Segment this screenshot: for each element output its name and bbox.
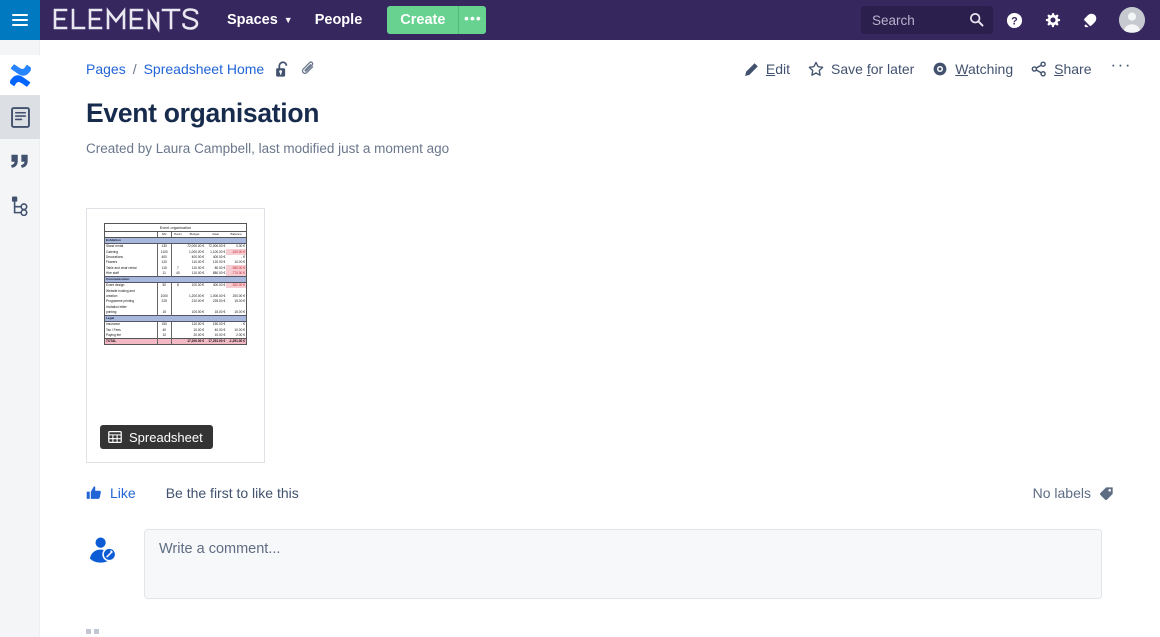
title-block: Event organisation Created by Laura Camp… — [40, 81, 1160, 156]
main-content: Pages / Spreadsheet Home Edit Save for l… — [40, 40, 1160, 637]
edit-button-label: Edit — [765, 61, 790, 77]
spreadsheet-preview-title: Event organisation — [105, 224, 246, 232]
watching-button[interactable]: Watching — [923, 57, 1022, 81]
page-attachments-button[interactable] — [301, 60, 316, 78]
save-for-later-label: Save for later — [831, 61, 915, 77]
thumbs-up-icon — [86, 485, 102, 501]
attachment-type-label: Spreadsheet — [129, 429, 203, 445]
comment-avatar — [86, 531, 118, 563]
page-icon — [10, 106, 30, 128]
spreadsheet-cell — [171, 337, 184, 345]
left-rail — [0, 40, 40, 637]
settings-button[interactable] — [1035, 3, 1069, 37]
confluence-logo-icon — [9, 63, 31, 87]
user-avatar-button[interactable] — [1119, 7, 1145, 33]
share-button[interactable]: Share — [1022, 57, 1100, 81]
app-switcher-button[interactable] — [0, 0, 40, 40]
tag-icon — [1099, 486, 1114, 501]
help-button[interactable]: ? — [997, 3, 1031, 37]
edit-button[interactable]: Edit — [735, 57, 799, 81]
like-button[interactable]: Like — [86, 485, 136, 501]
help-icon: ? — [1006, 12, 1022, 28]
like-button-label: Like — [110, 485, 136, 501]
hamburger-icon — [12, 11, 28, 29]
top-navigation-bar: Spaces ▼ People Create ••• ? — [0, 0, 1160, 40]
spreadsheet-preview-table: Nbr Hours Budget Real Balance Exhibition Stand… — [105, 231, 246, 345]
share-icon — [1031, 61, 1047, 77]
svg-text:?: ? — [1011, 15, 1018, 27]
eye-icon — [932, 61, 948, 77]
create-button[interactable]: Create — [387, 6, 459, 34]
spreadsheet-cell: -1,291.00 € — [226, 337, 246, 345]
labels-label: No labels — [1032, 485, 1091, 501]
quote-icon — [11, 154, 28, 168]
scroll-dot — [94, 629, 99, 634]
breadcrumb-separator: / — [132, 61, 137, 77]
pencil-icon — [744, 62, 759, 77]
share-label: Share — [1054, 61, 1092, 77]
scroll-dot — [86, 629, 91, 634]
elements-wordmark-icon — [53, 7, 199, 33]
star-icon — [808, 61, 824, 77]
spreadsheet-cell: 17,291.00 € — [205, 337, 227, 345]
breadcrumb-pages[interactable]: Pages — [86, 61, 126, 77]
gear-icon — [1045, 12, 1060, 27]
labels-area[interactable]: No labels — [1033, 485, 1114, 501]
user-edit-avatar-icon — [86, 531, 118, 563]
search-input[interactable] — [861, 7, 961, 33]
attachment-type-badge: Spreadsheet — [100, 425, 213, 449]
chevron-down-icon: ▼ — [283, 15, 293, 25]
nav-people[interactable]: People — [304, 0, 374, 40]
page-more-actions-button[interactable]: ··· — [1101, 56, 1140, 78]
attachment-area: Event organisation Nbr Hours Budget Real Bal… — [40, 156, 1160, 463]
create-more-button[interactable]: ••• — [458, 6, 487, 34]
like-and-labels-row: Like Be the first to like this No labels — [40, 463, 1160, 501]
scroll-indicator — [86, 629, 99, 634]
spreadsheet-cell — [157, 337, 172, 345]
page-actions: Edit Save for later Watching Share ··· — [735, 56, 1140, 81]
watching-label: Watching — [955, 61, 1014, 77]
user-avatar-icon — [1119, 7, 1145, 33]
sidebar-item-page[interactable] — [0, 95, 40, 139]
breadcrumb: Pages / Spreadsheet Home — [86, 60, 316, 78]
spreadsheet-preview: Event organisation Nbr Hours Budget Real Bal… — [104, 223, 247, 346]
elements-logo[interactable] — [53, 0, 201, 40]
spreadsheet-cell: 17,200.00 € — [183, 337, 206, 345]
spreadsheet-cell: TOTAL — [105, 337, 158, 345]
unlock-icon — [276, 60, 288, 77]
spreadsheet-cell: 72,000.00 € — [208, 244, 226, 249]
page-metadata: Created by Laura Campbell, last modified… — [86, 141, 450, 156]
search-box[interactable] — [861, 6, 993, 34]
paperclip-icon — [302, 60, 314, 74]
table-icon — [108, 430, 122, 444]
page-restrictions-button[interactable] — [275, 60, 290, 78]
page-header-row: Pages / Spreadsheet Home Edit Save for l… — [40, 40, 1160, 81]
notifications-button[interactable] — [1073, 3, 1107, 37]
bell-icon — [1083, 13, 1096, 27]
confluence-logo-button[interactable] — [0, 55, 40, 95]
sidebar-item-page-tree[interactable] — [0, 183, 40, 227]
breadcrumb-spreadsheet-home[interactable]: Spreadsheet Home — [144, 61, 265, 77]
page-title: Event organisation — [86, 98, 320, 128]
save-for-later-button[interactable]: Save for later — [799, 57, 923, 81]
spreadsheet-preview-body: Nbr Hours Budget Real Balance Exhibition Stand… — [105, 231, 246, 345]
top-nav-right-group: ? — [861, 3, 1160, 37]
attachment-thumbnail-card[interactable]: Event organisation Nbr Hours Budget Real Bal… — [86, 208, 265, 463]
create-button-group: Create ••• — [387, 0, 487, 40]
nav-spaces-label: Spaces — [227, 12, 278, 28]
nav-spaces[interactable]: Spaces ▼ — [216, 0, 304, 40]
search-icon — [969, 12, 984, 32]
nav-people-label: People — [314, 12, 363, 28]
spreadsheet-cell: 72,000.00 € — [187, 244, 205, 249]
like-status-text: Be the first to like this — [165, 485, 299, 501]
comment-input[interactable]: Write a comment... — [144, 529, 1102, 599]
comment-row: Write a comment... — [40, 501, 1160, 599]
spreadsheet-row: TOTAL 17,200.00 €17,291.00 € -1,291.00 € — [105, 337, 246, 345]
page-tree-icon — [11, 195, 27, 216]
sidebar-item-blog[interactable] — [0, 139, 40, 183]
